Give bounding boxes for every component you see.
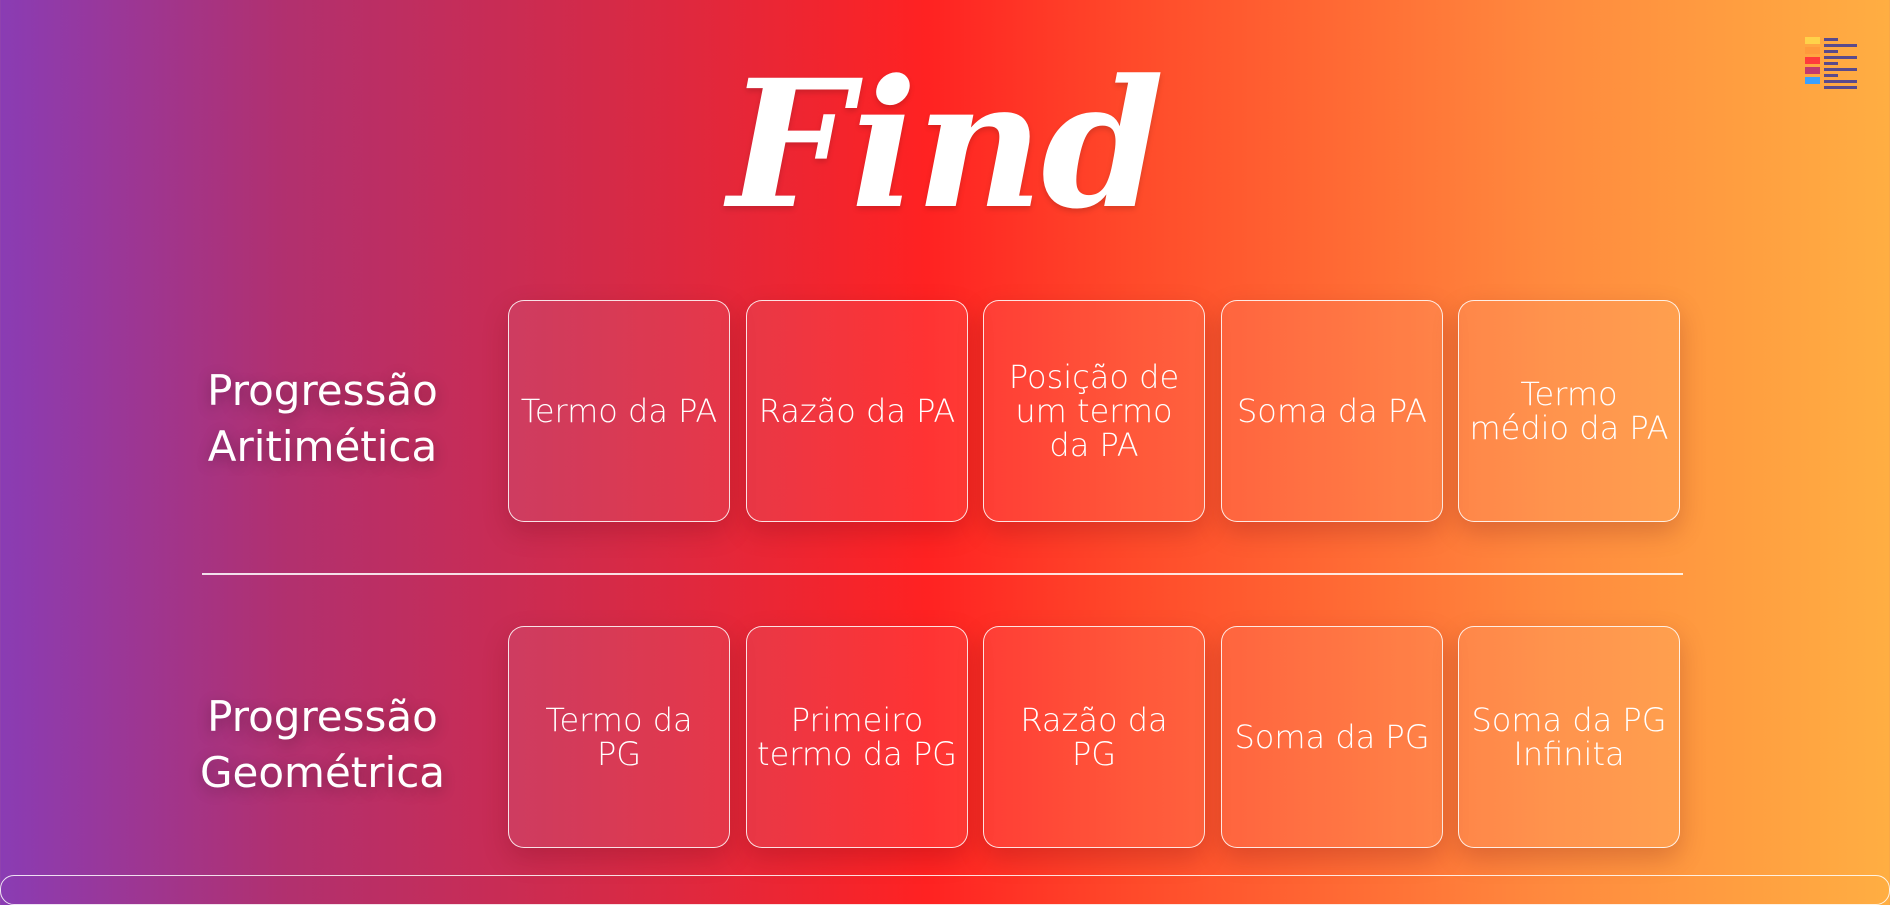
card-primeiro-termo-pg[interactable]: Primeiro termo da PG: [746, 626, 968, 848]
menu-icon[interactable]: [1805, 37, 1857, 91]
app-logo: Find: [727, 41, 1165, 248]
section-title-pa-line2: Aritimética: [207, 422, 438, 471]
card-termo-da-pa[interactable]: Termo da PA: [508, 300, 730, 522]
color-list-menu-icon: [1805, 37, 1857, 89]
card-soma-da-pa[interactable]: Soma da PA: [1221, 300, 1443, 522]
section-title-pa: Progressão Aritimética: [190, 363, 455, 475]
card-razao-da-pa[interactable]: Razão da PA: [746, 300, 968, 522]
section-title-pg-line1: Progressão: [207, 692, 438, 741]
section-title-pg-line2: Geométrica: [199, 748, 446, 797]
section-divider: [202, 573, 1683, 575]
card-soma-pg-infinita[interactable]: Soma da PG Infinita: [1458, 626, 1680, 848]
card-razao-da-pg[interactable]: Razão da PG: [983, 626, 1205, 848]
bottom-panel: [0, 875, 1890, 905]
card-soma-da-pg[interactable]: Soma da PG: [1221, 626, 1443, 848]
card-termo-da-pg[interactable]: Termo da PG: [508, 626, 730, 848]
section-title-pa-line1: Progressão: [207, 366, 438, 415]
card-posicao-termo-pa[interactable]: Posição de um termo da PA: [983, 300, 1205, 522]
card-termo-medio-pa[interactable]: Termo médio da PA: [1458, 300, 1680, 522]
section-title-pg: Progressão Geométrica: [190, 689, 455, 801]
